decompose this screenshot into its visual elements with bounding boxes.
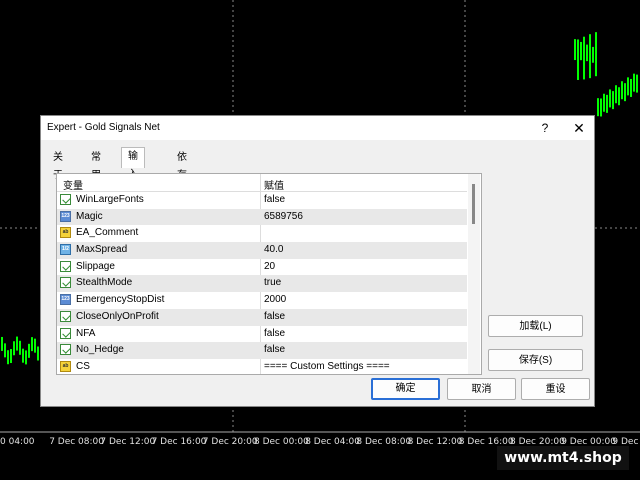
help-button[interactable]: ?	[535, 119, 555, 137]
column-header-value[interactable]: 赋值	[264, 177, 284, 192]
scrollbar-thumb[interactable]	[472, 184, 475, 224]
time-axis-label: 8 Dec 08:00	[356, 437, 412, 447]
time-axis-label: 8 Dec 12:00	[407, 437, 463, 447]
variable-value[interactable]: false	[264, 194, 285, 205]
dialog-title: Expert - Gold Signals Net	[47, 122, 160, 133]
dialog-titlebar[interactable]: Expert - Gold Signals Net ? ✕	[41, 116, 594, 140]
table-row[interactable]: WinLargeFonts false	[57, 192, 467, 209]
cancel-button[interactable]: 取消	[447, 378, 516, 400]
time-axis-label: 7 Dec 12:00	[100, 437, 156, 447]
table-row[interactable]: Slippage 20	[57, 259, 467, 276]
int-icon: 123	[60, 294, 71, 306]
table-header: 变量 赋值	[57, 174, 467, 192]
int-icon: 123	[60, 210, 71, 222]
bool-icon	[60, 277, 71, 289]
table-row[interactable]: No_Hedge false	[57, 342, 467, 359]
table-row[interactable]: StealthMode true	[57, 275, 467, 293]
variable-value[interactable]: true	[264, 277, 281, 288]
inputs-table: 变量 赋值 WinLargeFonts false 123 Magic 6589756 a…	[56, 173, 482, 375]
watermark-label: www.mt4.shop	[497, 446, 629, 470]
table-row[interactable]: ab EA_Comment	[57, 225, 467, 242]
table-row[interactable]: ab CS ==== Custom Settings ====	[57, 359, 467, 374]
reset-button[interactable]: 重设	[521, 378, 590, 400]
tab-dependencies[interactable]: 依存关系	[177, 149, 187, 217]
time-axis-label: 8 Dec 04:00	[305, 437, 360, 447]
time-axis-label: 7 Dec 16:00	[151, 437, 207, 447]
string-icon: ab	[60, 227, 71, 239]
time-axis-label: 7 Dec 08:00	[49, 437, 104, 447]
variable-name: WinLargeFonts	[76, 194, 144, 205]
time-axis-label: 8 Dec 00:00	[254, 437, 309, 447]
double-icon: 1/2	[60, 244, 71, 256]
bool-icon	[60, 194, 71, 205]
ok-button[interactable]: 确定	[371, 378, 440, 400]
variable-value[interactable]: 2000	[264, 294, 286, 305]
variable-name: CloseOnlyOnProfit	[76, 310, 159, 322]
save-button[interactable]: 保存(S)	[488, 349, 583, 371]
variable-name: Slippage	[76, 260, 115, 272]
tab-about[interactable]: 关于	[53, 149, 63, 181]
close-button[interactable]: ✕	[569, 119, 589, 137]
string-icon: ab	[60, 360, 71, 372]
vertical-scrollbar[interactable]	[468, 174, 480, 374]
variable-value[interactable]: 6589756	[264, 211, 303, 222]
table-row[interactable]: CloseOnlyOnProfit false	[57, 308, 467, 326]
variable-value[interactable]: 40.0	[264, 244, 283, 255]
expert-properties-dialog: Expert - Gold Signals Net ? ✕ 关于 常用 输入参数…	[40, 115, 595, 407]
table-row[interactable]: 123 EmergencyStopDist 2000	[57, 292, 467, 309]
tab-inputs[interactable]: 输入参数	[121, 147, 145, 216]
variable-value[interactable]: false	[264, 311, 285, 322]
variable-value[interactable]: false	[264, 328, 285, 339]
table-row[interactable]: 1/2 MaxSpread 40.0	[57, 242, 467, 259]
variable-name: EmergencyStopDist	[76, 294, 165, 306]
variable-name: Magic	[76, 210, 103, 222]
variable-value[interactable]: false	[264, 344, 285, 355]
column-header-variable[interactable]: 变量	[63, 177, 83, 192]
tab-common[interactable]: 常用	[91, 149, 101, 181]
variable-name: EA_Comment	[76, 227, 139, 239]
table-row[interactable]: 123 Magic 6589756	[57, 208, 467, 226]
bool-icon	[60, 344, 71, 356]
variable-value[interactable]: 20	[264, 261, 275, 272]
variable-name: NFA	[76, 327, 96, 339]
variable-name: CS	[76, 360, 90, 372]
table-row[interactable]: NFA false	[57, 326, 467, 343]
bool-icon	[60, 260, 71, 272]
bool-icon	[60, 327, 71, 339]
time-axis-label: 7 Dec 20:00	[202, 437, 258, 447]
table-body: WinLargeFonts false 123 Magic 6589756 ab EA_Co…	[57, 192, 467, 374]
variable-name: StealthMode	[76, 277, 133, 289]
bool-icon	[60, 310, 71, 322]
variable-value[interactable]: ==== Custom Settings ====	[264, 361, 390, 372]
variable-name: MaxSpread	[76, 244, 128, 256]
load-button[interactable]: 加载(L)	[488, 315, 583, 337]
time-axis-label: 0 04:00	[0, 437, 35, 447]
variable-name: No_Hedge	[76, 344, 124, 356]
